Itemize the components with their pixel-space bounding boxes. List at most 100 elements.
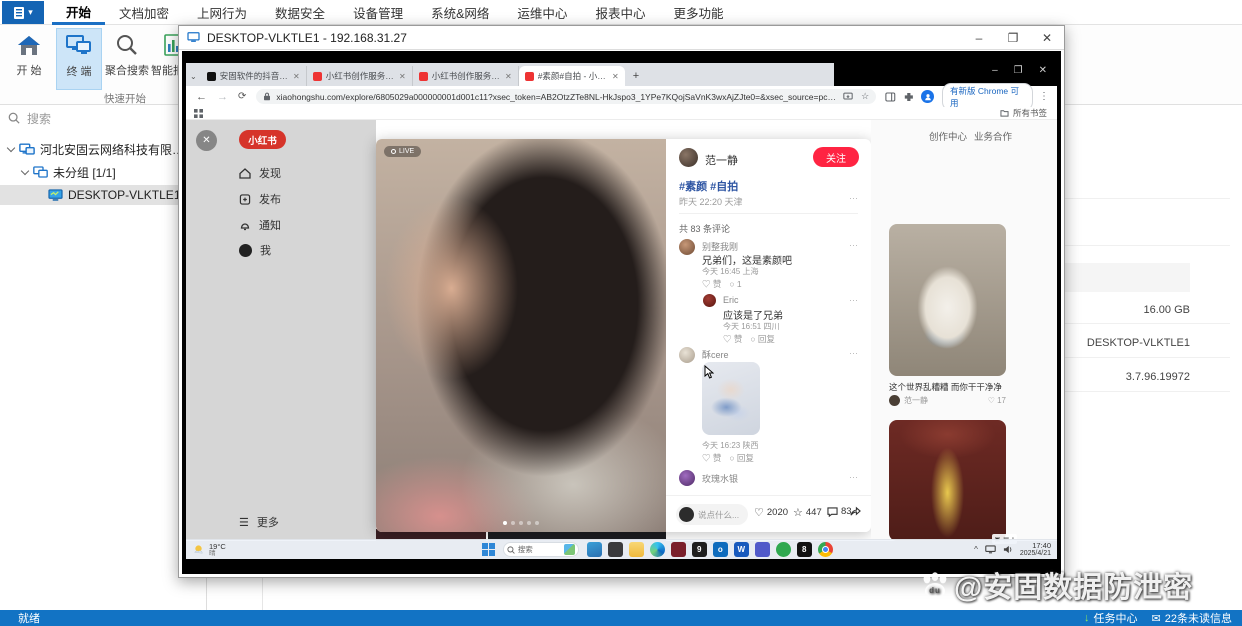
maximize-button[interactable]: ❐: [1014, 65, 1023, 76]
comment-user[interactable]: 酥cere: [702, 348, 729, 361]
comment-user[interactable]: 玫瑰水银: [702, 472, 738, 485]
tab-close-icon[interactable]: ✕: [399, 72, 406, 81]
close-button[interactable]: ✕: [1030, 31, 1064, 45]
tray-monitor-icon[interactable]: [985, 545, 996, 554]
ribbon-start-button[interactable]: 开 始: [6, 28, 52, 90]
tree-node-terminal[interactable]: DESKTOP-VLKTLE1: [0, 185, 206, 205]
omnibox[interactable]: xiaohongshu.com/explore/6805029a00000000…: [256, 89, 877, 104]
taskbar-app-edge[interactable]: [649, 542, 665, 557]
nav-more[interactable]: ☰ 更多: [239, 514, 279, 530]
note-close-button[interactable]: ✕: [196, 130, 217, 151]
tab-close-icon[interactable]: ✕: [293, 72, 300, 81]
follow-button[interactable]: 关注: [813, 147, 859, 167]
taskbar-app-outlook[interactable]: o: [712, 542, 728, 557]
tree-node-ungrouped[interactable]: 未分组 [1/1]: [0, 162, 206, 182]
taskbar-app-eight[interactable]: 8: [796, 542, 812, 557]
side-panel-icon[interactable]: [885, 91, 896, 102]
taskbar-app-chrome[interactable]: [817, 542, 833, 557]
like-icon[interactable]: ♡ 赞: [702, 278, 721, 290]
note-title[interactable]: #素颜 #自拍: [679, 178, 738, 194]
business-coop-link[interactable]: 业务合作: [974, 129, 1012, 143]
reply-icon[interactable]: ○ 回复: [729, 452, 754, 464]
like-icon[interactable]: ♡ 赞: [723, 333, 742, 345]
feed-card-likes[interactable]: ♡ 17: [988, 396, 1006, 405]
comment-avatar[interactable]: [679, 470, 695, 486]
comment-more-icon[interactable]: ⋯: [849, 472, 859, 483]
tray-clock[interactable]: 17:40 2025/4/21: [1020, 542, 1051, 557]
like-icon[interactable]: ♡ 赞: [702, 452, 721, 464]
taskbar-app-nine[interactable]: 9: [691, 542, 707, 557]
xhs-logo[interactable]: 小红书: [239, 130, 286, 149]
minimize-button[interactable]: –: [962, 31, 996, 45]
feed-card-image-dress[interactable]: [889, 420, 1006, 541]
comment-button[interactable]: 83: [827, 506, 852, 517]
taskbar-weather-widget[interactable]: 19°C 晴: [192, 542, 226, 557]
nav-me[interactable]: 我: [239, 242, 271, 258]
browser-tab-xhs-creator-1[interactable]: 小红书创作服务平台 ✕: [307, 66, 413, 86]
like-button[interactable]: ♡ 2020: [754, 506, 788, 519]
tray-speaker-icon[interactable]: [1003, 545, 1013, 554]
note-photo[interactable]: LIVE: [376, 139, 666, 532]
comment-more-icon[interactable]: ⋯: [849, 295, 859, 306]
comment-avatar[interactable]: [679, 239, 695, 255]
menu-item-device-mgmt[interactable]: 设备管理: [339, 0, 417, 25]
taskbar-search-box[interactable]: 搜索: [502, 542, 579, 557]
tab-close-icon[interactable]: ✕: [612, 72, 619, 81]
back-button[interactable]: ←: [196, 91, 207, 103]
close-button[interactable]: ✕: [1039, 65, 1047, 76]
app-logo-button[interactable]: ▾: [2, 1, 44, 24]
tree-node-company[interactable]: 河北安固云网络科技有限公司 [1/1]: [0, 139, 206, 159]
share-icon[interactable]: [850, 506, 861, 517]
taskbar-app-dark[interactable]: [607, 542, 623, 557]
ribbon-terminal-button[interactable]: 终 端: [56, 28, 102, 90]
author-name[interactable]: 范一静: [705, 152, 738, 168]
nav-discover[interactable]: 发现: [239, 165, 281, 181]
extensions-puzzle-icon[interactable]: [904, 92, 914, 102]
reply-icon[interactable]: ○ 1: [729, 279, 741, 289]
browser-tab-douyin[interactable]: 安固软件的抖音 - 抖音 ✕: [201, 66, 307, 86]
forward-button[interactable]: →: [217, 91, 228, 103]
taskbar-app-maroon[interactable]: [670, 542, 686, 557]
reload-button[interactable]: ⟳: [238, 91, 246, 102]
feed-card-title[interactable]: 这个世界乱糟糟 而你干干净净: [889, 381, 1006, 393]
taskbar-app-green[interactable]: [775, 542, 791, 557]
taskbar-app-explorer[interactable]: [628, 542, 644, 557]
menu-item-ops-center[interactable]: 运维中心: [503, 0, 581, 25]
menu-item-data-security[interactable]: 数据安全: [261, 0, 339, 25]
new-tab-button[interactable]: +: [633, 70, 639, 82]
comment-input[interactable]: 说点什么...: [676, 504, 748, 525]
menu-item-report-center[interactable]: 报表中心: [581, 0, 659, 25]
note-more-icon[interactable]: ⋯: [849, 193, 859, 204]
profile-avatar[interactable]: [921, 90, 935, 103]
apps-grid-icon[interactable]: [194, 108, 203, 118]
maximize-button[interactable]: ❐: [996, 31, 1030, 45]
ribbon-agg-search-button[interactable]: 聚合搜索: [104, 28, 150, 90]
minimize-button[interactable]: –: [992, 65, 998, 76]
creator-center-link[interactable]: 创作中心: [929, 129, 967, 143]
reply-icon[interactable]: ○ 回复: [750, 333, 775, 345]
remote-window-titlebar[interactable]: DESKTOP-VLKTLE1 - 192.168.31.27 – ❐ ✕: [179, 26, 1064, 50]
feed-card-author[interactable]: 范一静: [904, 395, 928, 406]
comment-more-icon[interactable]: ⋯: [849, 348, 859, 359]
nav-notify[interactable]: 通知: [239, 217, 281, 233]
comment-more-icon[interactable]: ⋯: [849, 240, 859, 251]
browser-tab-note-active[interactable]: #素颜#自拍 - 小红书 ✕: [518, 66, 625, 86]
tab-search-chevron-icon[interactable]: ⌄: [190, 72, 197, 81]
comment-user[interactable]: Eric: [723, 295, 739, 305]
carousel-dots[interactable]: [503, 521, 539, 525]
tree-expand-icon[interactable]: [6, 143, 16, 152]
collect-button[interactable]: ☆ 447: [793, 506, 822, 519]
bookmark-star-icon[interactable]: ☆: [861, 92, 869, 101]
comment-avatar[interactable]: [703, 294, 716, 307]
menu-item-doc-encrypt[interactable]: 文档加密: [105, 0, 183, 25]
kebab-menu-icon[interactable]: ⋮: [1039, 91, 1049, 102]
comment-avatar[interactable]: [679, 347, 695, 363]
start-button[interactable]: [481, 543, 495, 556]
author-avatar[interactable]: [679, 148, 698, 167]
nav-publish[interactable]: 发布: [239, 191, 281, 207]
tray-chevron-icon[interactable]: ^: [974, 545, 978, 554]
status-task-center-link[interactable]: 任务中心: [1094, 610, 1138, 626]
taskbar-app-photos[interactable]: [586, 542, 602, 557]
tab-close-icon[interactable]: ✕: [505, 72, 512, 81]
taskbar-app-teams[interactable]: [754, 542, 770, 557]
